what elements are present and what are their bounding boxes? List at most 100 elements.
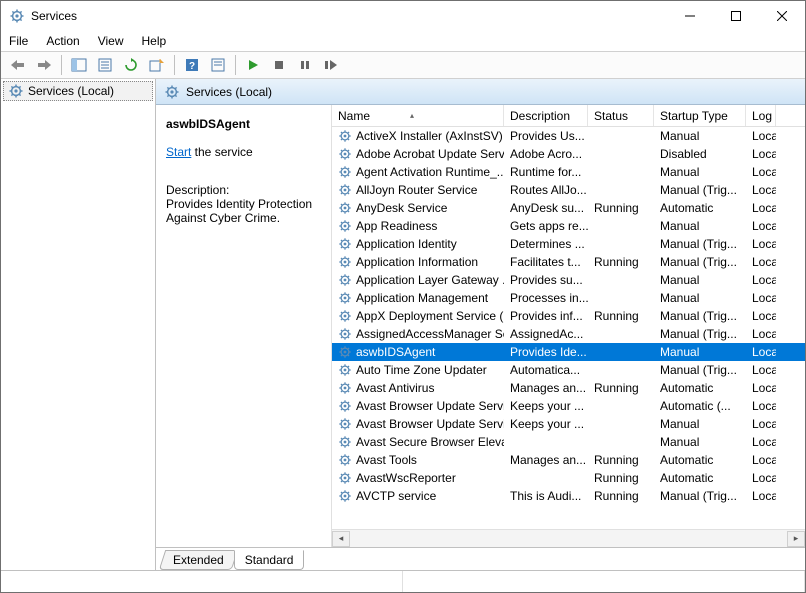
cell-startup: Manual (Trig... [654, 309, 746, 323]
service-list-pane: Name▴ Description Status Startup Type Lo… [331, 105, 805, 547]
cell-name: ActiveX Installer (AxInstSV) [332, 129, 504, 143]
scroll-right-button[interactable]: ▸ [787, 531, 805, 547]
nav-root-item[interactable]: Services (Local) [3, 81, 153, 101]
cell-logon: Loca [746, 435, 776, 449]
gear-icon [8, 83, 24, 99]
menu-action[interactable]: Action [44, 33, 81, 49]
help2-button[interactable] [206, 54, 230, 76]
cell-startup: Manual [654, 345, 746, 359]
cell-desc: Gets apps re... [504, 219, 588, 233]
service-row[interactable]: AppX Deployment Service (...Provides inf… [332, 307, 805, 325]
toolbar-sep [174, 55, 175, 75]
cell-logon: Loca [746, 417, 776, 431]
service-row[interactable]: AssignedAccessManager Se...AssignedAc...… [332, 325, 805, 343]
service-row[interactable]: Application ManagementProcesses in...Man… [332, 289, 805, 307]
cell-status: Running [588, 453, 654, 467]
window-title: Services [31, 9, 77, 23]
close-button[interactable] [759, 1, 805, 31]
service-row[interactable]: AnyDesk ServiceAnyDesk su...RunningAutom… [332, 199, 805, 217]
toolbar: ? [1, 51, 805, 79]
cell-name: Avast Browser Update Servi... [332, 399, 504, 413]
selected-service-name: aswbIDSAgent [166, 117, 321, 131]
cell-status: Running [588, 489, 654, 503]
service-row[interactable]: Avast AntivirusManages an...RunningAutom… [332, 379, 805, 397]
cell-logon: Loca [746, 237, 776, 251]
service-row[interactable]: AVCTP serviceThis is Audi...RunningManua… [332, 487, 805, 505]
col-logon[interactable]: Log [746, 105, 776, 126]
service-row[interactable]: App ReadinessGets apps re...ManualLoca [332, 217, 805, 235]
service-row[interactable]: AvastWscReporterRunningAutomaticLoca [332, 469, 805, 487]
start-service-link[interactable]: Start [166, 145, 191, 159]
cell-name: Agent Activation Runtime_... [332, 165, 504, 179]
column-headers: Name▴ Description Status Startup Type Lo… [332, 105, 805, 127]
service-list[interactable]: ActiveX Installer (AxInstSV)Provides Us.… [332, 127, 805, 529]
restart-service-button[interactable] [319, 54, 343, 76]
service-row[interactable]: Avast Secure Browser Elevat...ManualLoca [332, 433, 805, 451]
service-row[interactable]: Auto Time Zone UpdaterAutomatica...Manua… [332, 361, 805, 379]
gear-icon [338, 417, 352, 431]
service-row[interactable]: Avast Browser Update Servi...Keeps your … [332, 397, 805, 415]
cell-name: Adobe Acrobat Update Serv... [332, 147, 504, 161]
col-description[interactable]: Description [504, 105, 588, 126]
service-row[interactable]: AllJoyn Router ServiceRoutes AllJo...Man… [332, 181, 805, 199]
cell-desc: AnyDesk su... [504, 201, 588, 215]
col-name[interactable]: Name▴ [332, 105, 504, 126]
nav-tree[interactable]: Services (Local) [1, 79, 156, 570]
description-text: Provides Identity Protection Against Cyb… [166, 197, 321, 225]
cell-startup: Manual (Trig... [654, 489, 746, 503]
minimize-button[interactable] [667, 1, 713, 31]
scroll-left-button[interactable]: ◂ [332, 531, 350, 547]
service-row[interactable]: Application InformationFacilitates t...R… [332, 253, 805, 271]
service-row[interactable]: Application IdentityDetermines ...Manual… [332, 235, 805, 253]
service-row[interactable]: Adobe Acrobat Update Serv...Adobe Acro..… [332, 145, 805, 163]
service-row[interactable]: Avast ToolsManages an...RunningAutomatic… [332, 451, 805, 469]
cell-startup: Manual (Trig... [654, 363, 746, 377]
cell-name: Application Layer Gateway ... [332, 273, 504, 287]
h-scrollbar[interactable]: ◂ ▸ [332, 529, 805, 547]
service-row[interactable]: Application Layer Gateway ...Provides su… [332, 271, 805, 289]
sort-asc-icon: ▴ [410, 111, 414, 120]
refresh-button[interactable] [119, 54, 143, 76]
cell-desc: Runtime for... [504, 165, 588, 179]
toolbar-sep [61, 55, 62, 75]
cell-logon: Loca [746, 129, 776, 143]
back-button[interactable] [6, 54, 30, 76]
cell-startup: Manual (Trig... [654, 183, 746, 197]
cell-logon: Loca [746, 255, 776, 269]
menu-view[interactable]: View [96, 33, 126, 49]
gear-icon [338, 309, 352, 323]
cell-startup: Manual [654, 417, 746, 431]
help-button[interactable]: ? [180, 54, 204, 76]
gear-icon [338, 381, 352, 395]
service-row[interactable]: Avast Browser Update Servi...Keeps your … [332, 415, 805, 433]
menu-file[interactable]: File [7, 33, 30, 49]
cell-desc: Routes AllJo... [504, 183, 588, 197]
service-row[interactable]: aswbIDSAgentProvides Ide...ManualLoca [332, 343, 805, 361]
stop-service-button[interactable] [267, 54, 291, 76]
maximize-button[interactable] [713, 1, 759, 31]
gear-icon [338, 237, 352, 251]
forward-button[interactable] [32, 54, 56, 76]
show-hide-tree-button[interactable] [67, 54, 91, 76]
menu-help[interactable]: Help [140, 33, 169, 49]
col-startup[interactable]: Startup Type [654, 105, 746, 126]
tab-extended[interactable]: Extended [159, 550, 238, 570]
cell-startup: Automatic (... [654, 399, 746, 413]
cell-desc: This is Audi... [504, 489, 588, 503]
cell-logon: Loca [746, 327, 776, 341]
cell-desc: Provides su... [504, 273, 588, 287]
properties-button[interactable] [93, 54, 117, 76]
gear-icon [338, 471, 352, 485]
tab-standard[interactable]: Standard [234, 550, 305, 570]
pause-service-button[interactable] [293, 54, 317, 76]
cell-desc: Provides Us... [504, 129, 588, 143]
services-window: Services File Action View Help ? [0, 0, 806, 593]
export-list-button[interactable] [145, 54, 169, 76]
service-row[interactable]: ActiveX Installer (AxInstSV)Provides Us.… [332, 127, 805, 145]
statusbar [1, 570, 805, 592]
service-row[interactable]: Agent Activation Runtime_...Runtime for.… [332, 163, 805, 181]
start-service-button[interactable] [241, 54, 265, 76]
cell-logon: Loca [746, 165, 776, 179]
col-status[interactable]: Status [588, 105, 654, 126]
cell-desc: Facilitates t... [504, 255, 588, 269]
